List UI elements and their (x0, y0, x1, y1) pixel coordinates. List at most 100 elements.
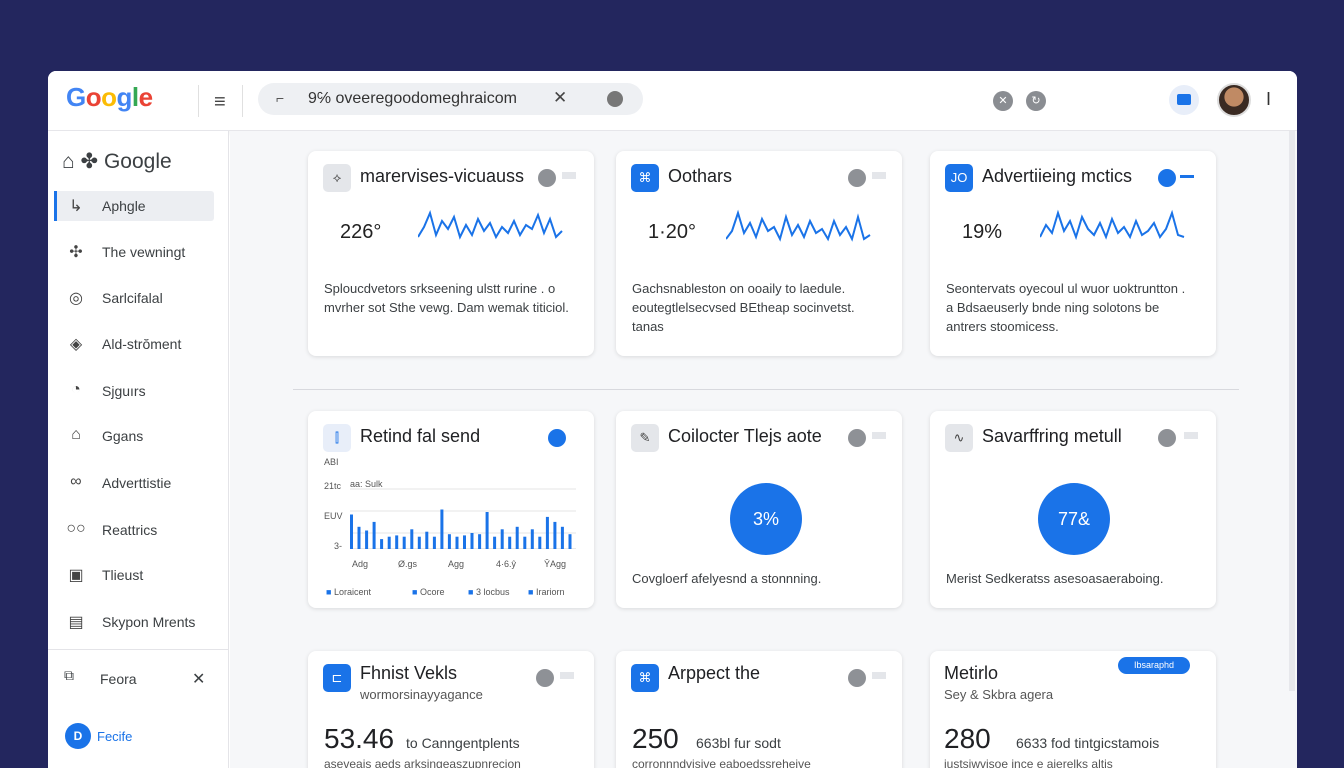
close-circle-icon[interactable]: ✕ (993, 91, 1013, 111)
sidebar-item-aldstroment[interactable]: ◈ Ald-strŏment (54, 329, 214, 359)
main-content: ⟡ marervises-vicuauss 226° Sploucdvetors… (230, 131, 1297, 768)
sidebar-item-vewningt[interactable]: ✣ The vewningt (54, 237, 214, 267)
pointer-icon: ↳ (69, 198, 83, 215)
settings-icon[interactable] (548, 429, 566, 447)
legend-item: ■ Irariorn (528, 587, 565, 597)
donut-card-1[interactable]: ✎ Coilocter Tlejs aote 3% Covgloerf afel… (616, 411, 902, 608)
sidebar-item-sarlcifalal[interactable]: ◎ Sarlcifalal (54, 283, 214, 313)
more-icon[interactable] (848, 669, 866, 687)
toggle-icon[interactable] (872, 172, 886, 179)
more-icon[interactable] (536, 669, 554, 687)
tab-icon: ⌐ (276, 90, 285, 106)
chart-bar (365, 530, 369, 549)
card-title: Retind fal send (360, 426, 481, 446)
sidebar-footer-item[interactable]: ⧉ Feora ✕ (64, 667, 214, 693)
sidebar-header[interactable]: ⌂ ✤ Google (62, 149, 172, 174)
divider (242, 85, 243, 117)
sidebar-item-label: Sarlcifalal (102, 290, 163, 306)
chart-bar (530, 529, 534, 549)
toggle-icon[interactable] (872, 432, 886, 439)
chart-bar (485, 512, 489, 549)
record-icon[interactable] (607, 91, 623, 107)
user-avatar: D (65, 723, 91, 749)
chart-bar (440, 509, 444, 549)
toggle-icon[interactable] (1184, 432, 1198, 439)
address-bar[interactable]: ⌐ 9℅ oveeregoodomeghraicom ✕ (258, 83, 643, 115)
sidebar-item-sjguirs[interactable]: ◔ Sjguırs (54, 376, 214, 406)
stat-card-3[interactable]: Metirlo Sey & Skbra agera Ibsaraphd 280 … (930, 651, 1216, 768)
url-text[interactable]: 9℅ oveeregoodomeghraicom (308, 90, 517, 108)
sidebar-item-label: Ald-strŏment (102, 336, 182, 352)
chart-bar (478, 534, 482, 549)
more-icon[interactable] (538, 169, 556, 187)
refresh-icon[interactable]: ↻ (1026, 91, 1046, 111)
sidebar: ⌂ ✤ Google ↳ Aphgle ✣ The vewningt ◎ Sar… (48, 131, 229, 768)
metric-value: 1·20° (648, 221, 697, 243)
calendar-button[interactable] (1169, 85, 1199, 115)
chart-bar (417, 536, 421, 549)
donut-card-2[interactable]: ∿ Savarffring metull 77& Merist Sedkerat… (930, 411, 1216, 608)
more-icon[interactable] (848, 169, 866, 187)
x-tick-label: Ø.gs (398, 559, 418, 569)
stat-value: 250 (632, 723, 679, 754)
chart-bar (350, 514, 353, 549)
scrollbar[interactable] (1289, 131, 1295, 691)
metric-value: 19% (962, 221, 1003, 243)
bar-chart (350, 488, 576, 549)
sidebar-item-ggans[interactable]: ⌂ Ggans (54, 421, 214, 451)
info-icon[interactable] (1158, 169, 1176, 187)
more-icon[interactable] (848, 429, 866, 447)
wave-icon: ∿ (945, 424, 973, 452)
sidebar-item-label: Tlieust (102, 567, 144, 583)
toggle-icon[interactable] (560, 672, 574, 679)
chart-icon: ⌘ (631, 664, 659, 692)
toggle-icon[interactable] (562, 172, 576, 179)
metric-card-2[interactable]: ⌘ Oothars 1·20° Gachsnableston on ooaily… (616, 151, 902, 356)
metric-card-3[interactable]: JO Advertiieing mctics 19% Seontervats o… (930, 151, 1216, 356)
metric-card-1[interactable]: ⟡ marervises-vicuauss 226° Sploucdvetors… (308, 151, 594, 356)
x-tick-label: ŶAgg (544, 559, 567, 569)
close-icon[interactable]: ✕ (192, 669, 205, 689)
section-divider (293, 389, 1239, 390)
chart-bar (432, 536, 436, 549)
grid-icon: ⊏ (323, 664, 351, 692)
status-badge[interactable]: Ibsaraphd (1118, 657, 1190, 674)
stat-card-2[interactable]: ⌘ Arppect the 250 663bl fur sodt corronn… (616, 651, 902, 768)
stat-footnote: aseveais aeds arksingeaszupnrecion (324, 757, 521, 768)
sidebar-item-label: The vewningt (102, 244, 186, 260)
home-icon[interactable]: ⌂ ✤ (62, 150, 104, 173)
sidebar-item-aphgle[interactable]: ↳ Aphgle (54, 191, 214, 221)
chart-bar (523, 536, 527, 549)
donut-value: 3% (730, 483, 802, 555)
menu-icon[interactable]: ≡ (214, 91, 226, 114)
sidebar-item-reattrics[interactable]: ○○ Reattrics (54, 515, 214, 545)
card-description: Gachsnableston on ooaily to laedule. eou… (632, 281, 855, 334)
toggle-icon[interactable] (872, 672, 886, 679)
chart-bar (545, 516, 549, 549)
sidebar-item-tlieust[interactable]: ▣ Tlieust (54, 560, 214, 590)
stat-card-1[interactable]: ⊏ Fhnist Vekls wormorsinayyagance 53.46 … (308, 651, 594, 768)
x-tick-label: Agg (448, 559, 465, 569)
sparkline (1040, 209, 1185, 241)
avatar[interactable] (1217, 83, 1251, 117)
sidebar-item-skypon-mrents[interactable]: ▤ Skypon Mrents (54, 607, 214, 637)
clear-url-icon[interactable]: ✕ (553, 88, 567, 108)
bar-chart-card[interactable]: ⫿ Retind fal send ABI 21tc aa: Sulk EUV … (308, 411, 594, 608)
glasses-icon: ○○ (66, 520, 86, 537)
chart-bar (372, 521, 376, 549)
bar-chart-icon: ⫿ (323, 424, 351, 452)
chart-bar (380, 539, 384, 549)
top-bar: Google ≡ ⌐ 9℅ oveeregoodomeghraicom ✕ ✕ … (48, 71, 1297, 131)
x-tick-label: Adg (352, 559, 369, 569)
sidebar-item-adverttistie[interactable]: ∞ Adverttistie (54, 468, 214, 498)
chart-bar (455, 536, 459, 549)
doc-icon: ▣ (68, 567, 84, 584)
calendar-icon: ▤ (68, 614, 84, 631)
more-icon[interactable] (1158, 429, 1176, 447)
chart-icon: ⌘ (631, 164, 659, 192)
chart-bar (508, 536, 512, 549)
google-logo[interactable]: Google (66, 82, 153, 113)
list-icon[interactable] (1180, 175, 1194, 178)
card-description: Covgloerf afelyesnd a stonnning. (632, 571, 822, 586)
stat-caption: 6633 fod tintgicstamois (1016, 735, 1160, 751)
